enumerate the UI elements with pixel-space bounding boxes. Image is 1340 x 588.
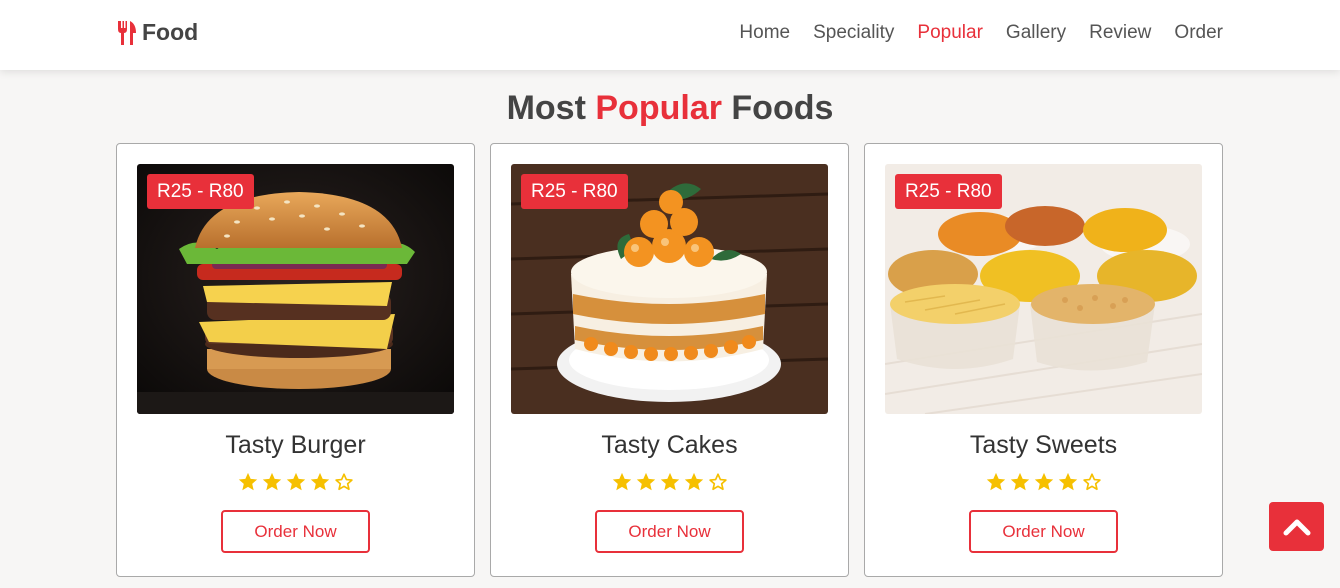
star-empty-icon <box>334 473 353 491</box>
nav-popular[interactable]: Popular <box>917 22 983 44</box>
rating-stars <box>117 471 474 493</box>
popular-foods-grid: R25 - R80 Tasty Burger Order Now R25 - R… <box>116 143 1223 577</box>
rating-stars <box>865 471 1222 493</box>
star-filled-icon <box>262 472 281 491</box>
star-filled-icon <box>310 472 329 491</box>
nav-gallery[interactable]: Gallery <box>1006 22 1066 44</box>
price-badge: R25 - R80 <box>895 174 1002 209</box>
star-filled-icon <box>612 472 631 491</box>
star-empty-icon <box>1082 473 1101 491</box>
card-title: Tasty Burger <box>225 431 366 459</box>
rating-stars <box>491 471 848 493</box>
food-card-cakes: R25 - R80 Tasty Cakes Order Now <box>490 143 849 577</box>
logo[interactable]: Food <box>116 19 198 46</box>
star-filled-icon <box>684 472 703 491</box>
title-accent: Popular <box>595 89 722 127</box>
food-card-burger: R25 - R80 Tasty Burger Order Now <box>116 143 475 577</box>
star-filled-icon <box>286 472 305 491</box>
utensils-icon <box>118 20 136 45</box>
section-title: Most Popular Foods <box>0 89 1340 128</box>
order-now-button[interactable]: Order Now <box>221 510 370 553</box>
price-badge: R25 - R80 <box>147 174 254 209</box>
star-filled-icon <box>636 472 655 491</box>
star-filled-icon <box>986 472 1005 491</box>
title-pre: Most <box>506 89 586 127</box>
star-filled-icon <box>1058 472 1077 491</box>
title-post: Foods <box>731 89 834 127</box>
star-filled-icon <box>238 472 257 491</box>
card-title: Tasty Cakes <box>601 431 738 459</box>
scroll-to-top-button[interactable] <box>1269 502 1324 551</box>
sweets-image: R25 - R80 <box>885 164 1202 414</box>
star-filled-icon <box>660 472 679 491</box>
price-badge: R25 - R80 <box>521 174 628 209</box>
burger-image: R25 - R80 <box>137 164 454 414</box>
order-now-button[interactable]: Order Now <box>969 510 1118 553</box>
nav-review[interactable]: Review <box>1089 22 1151 44</box>
card-title: Tasty Sweets <box>969 431 1118 459</box>
cake-image: R25 - R80 <box>511 164 828 414</box>
main-nav: Home Speciality Popular Gallery Review O… <box>716 22 1223 44</box>
nav-speciality[interactable]: Speciality <box>813 22 894 44</box>
nav-home[interactable]: Home <box>739 22 790 44</box>
order-now-button[interactable]: Order Now <box>595 510 744 553</box>
star-filled-icon <box>1034 472 1053 491</box>
site-header: Food Home Speciality Popular Gallery Rev… <box>0 0 1340 70</box>
nav-order[interactable]: Order <box>1174 22 1223 44</box>
logo-text: Food <box>142 19 199 45</box>
star-filled-icon <box>1010 472 1029 491</box>
chevron-up-icon <box>1283 519 1310 535</box>
food-card-sweets: R25 - R80 Tasty Sweets Order Now <box>864 143 1223 577</box>
star-empty-icon <box>708 473 727 491</box>
